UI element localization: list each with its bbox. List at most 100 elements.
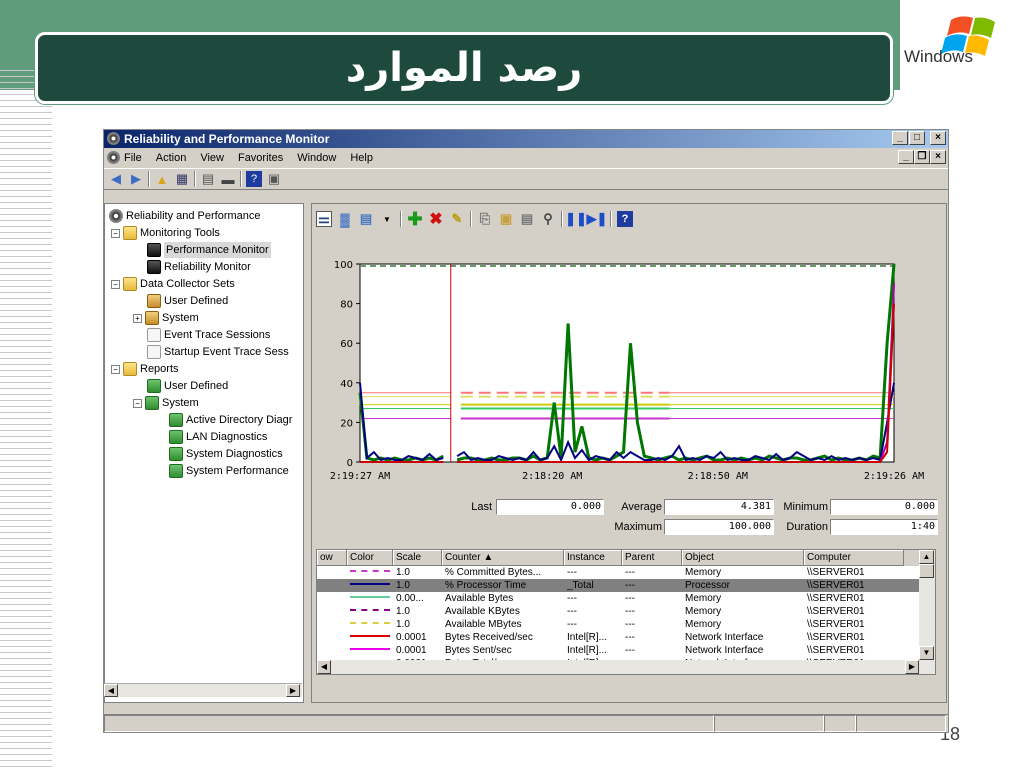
maximum-value: 100.000 <box>664 519 774 535</box>
counter-scroll-left-button[interactable]: ◀ <box>317 660 331 674</box>
cell-show <box>317 579 347 592</box>
menu-action[interactable]: Action <box>156 152 187 164</box>
col-instance[interactable]: Instance <box>564 550 622 566</box>
col-color[interactable]: Color <box>347 550 393 566</box>
cell-parent: --- <box>625 567 635 578</box>
col-object[interactable]: Object <box>682 550 804 566</box>
tree-item-label: User Defined <box>164 295 229 307</box>
cell-counter: Bytes Received/sec <box>445 632 533 643</box>
view-histogram-icon[interactable]: ▓ <box>337 211 353 227</box>
close-button[interactable]: × <box>930 131 946 145</box>
tree-item[interactable]: − System <box>133 395 199 411</box>
mdi-close-button[interactable]: × <box>930 150 946 164</box>
maximize-button[interactable]: □ <box>909 131 925 145</box>
scroll-up-button[interactable]: ▲ <box>919 550 934 564</box>
delete-counter-icon[interactable]: ✖ <box>428 211 444 228</box>
tree-item[interactable]: Active Directory Diagr <box>169 412 292 428</box>
col-parent[interactable]: Parent <box>622 550 682 566</box>
performance-graph[interactable]: 0 20 40 60 80 100 2:19:27 AM 2:18:20 AM 2:18:50 … <box>312 239 946 494</box>
table-row[interactable]: 1.0 % Processor Time _Total --- Processor \\S… <box>317 579 935 592</box>
table-row[interactable]: 0.00... Available Bytes --- --- Memory \\SERV… <box>317 592 935 605</box>
view-graph-icon[interactable]: ⚌ <box>316 211 332 227</box>
properties-icon[interactable]: ▣ <box>266 171 282 187</box>
cell-show <box>317 592 347 605</box>
counter-horizontal-scrollbar[interactable]: ◀ ▶ <box>317 660 921 674</box>
properties-page-icon[interactable]: ▤ <box>519 211 535 227</box>
menu-favorites[interactable]: Favorites <box>238 152 283 164</box>
col-scale[interactable]: Scale <box>393 550 442 566</box>
tree-item[interactable]: System Diagnostics <box>169 446 283 462</box>
minimize-button[interactable]: _ <box>892 131 908 145</box>
tree-item[interactable]: + System <box>133 310 199 326</box>
menu-view[interactable]: View <box>200 152 224 164</box>
paste-counter-list-icon[interactable]: ▣ <box>498 211 514 227</box>
tree-item[interactable]: Reliability and Performance <box>109 208 261 224</box>
collapse-icon[interactable]: − <box>111 228 120 238</box>
tree-item[interactable]: Startup Event Trace Sess <box>147 344 289 360</box>
print-icon[interactable]: ▬ <box>220 171 236 187</box>
counter-scroll-right-button[interactable]: ▶ <box>905 660 919 674</box>
zoom-icon[interactable]: ⚲ <box>540 211 556 227</box>
color-swatch <box>347 618 393 631</box>
freeze-display-icon[interactable]: ❚❚ <box>565 211 587 227</box>
tree-item[interactable]: System Performance <box>169 463 289 479</box>
col-computer[interactable]: Computer <box>804 550 904 566</box>
copy-properties-icon[interactable]: ⎘ <box>477 211 493 227</box>
cell-object: Memory <box>685 593 722 604</box>
expand-icon[interactable]: + <box>133 313 142 323</box>
tree-item[interactable]: Performance Monitor <box>147 242 271 258</box>
add-counter-icon[interactable]: ✚ <box>407 209 423 229</box>
back-arrow-icon[interactable]: ◀ <box>108 171 124 187</box>
table-row[interactable]: 1.0 % Committed Bytes... --- --- Memory \\SER… <box>317 566 935 579</box>
up-folder-icon[interactable]: ▲ <box>154 171 170 187</box>
menu-help[interactable]: Help <box>350 152 373 164</box>
report-icon <box>169 464 183 478</box>
y-tick-label: 40 <box>340 379 353 390</box>
tree-item[interactable]: − Data Collector Sets <box>111 276 235 292</box>
scroll-down-button[interactable]: ▼ <box>919 646 934 660</box>
highlight-icon[interactable]: ✎ <box>449 211 465 227</box>
table-row[interactable]: 0.0001 Bytes Received/sec Intel[R]... --- Ne… <box>317 631 935 644</box>
chevron-down-icon[interactable]: ▼ <box>379 211 395 227</box>
main-toolbar: ◀ ▶ ▲ ▦ ▤ ▬ ? ▣ <box>104 168 948 190</box>
col-counter[interactable]: Counter ▲ <box>442 550 564 566</box>
menu-window[interactable]: Window <box>297 152 336 164</box>
collapse-icon[interactable]: − <box>133 398 142 408</box>
mdi-restore-button[interactable]: ❐ <box>914 150 930 164</box>
cell-instance: --- <box>567 619 577 630</box>
mdi-gear-icon[interactable] <box>107 151 120 164</box>
collapse-icon[interactable]: − <box>111 364 120 374</box>
export-list-icon[interactable]: ▤ <box>200 171 216 187</box>
folder-icon <box>123 226 137 240</box>
table-row[interactable]: 1.0 Available KBytes --- --- Memory \\SERVER0… <box>317 605 935 618</box>
tree-item[interactable]: User Defined <box>147 293 228 309</box>
window-titlebar[interactable]: Reliability and Performance Monitor _ □ … <box>104 130 948 148</box>
tree-item[interactable]: Reliability Monitor <box>147 259 251 275</box>
pm-help-icon[interactable]: ? <box>617 211 633 227</box>
report-icon <box>145 396 159 410</box>
color-swatch <box>347 579 393 592</box>
tree-horizontal-scrollbar[interactable]: ◀ ▶ <box>104 683 302 697</box>
tree-item[interactable]: − Reports <box>111 361 179 377</box>
collapse-icon[interactable]: − <box>111 279 120 289</box>
help-icon[interactable]: ? <box>246 171 262 187</box>
cell-scale: 1.0 <box>396 619 410 630</box>
table-row[interactable]: 0.0001 Bytes Sent/sec Intel[R]... --- Networ… <box>317 644 935 657</box>
scroll-thumb[interactable] <box>919 564 934 578</box>
col-show[interactable]: ow <box>317 550 347 566</box>
menu-file[interactable]: File <box>124 152 142 164</box>
scroll-right-button[interactable]: ▶ <box>286 684 300 697</box>
view-report-icon[interactable]: ▤ <box>358 211 374 227</box>
tree-item-label: Data Collector Sets <box>140 278 235 290</box>
tree-item[interactable]: − Monitoring Tools <box>111 225 220 241</box>
tree-item[interactable]: LAN Diagnostics <box>169 429 267 445</box>
counter-vertical-scrollbar[interactable]: ▲ ▼ <box>919 550 935 674</box>
tree-item[interactable]: Event Trace Sessions <box>147 327 270 343</box>
update-data-icon[interactable]: ▶❚ <box>587 211 608 227</box>
table-row[interactable]: 1.0 Available MBytes --- --- Memory \\SERVER0… <box>317 618 935 631</box>
show-hide-tree-icon[interactable]: ▦ <box>174 171 190 187</box>
mdi-minimize-button[interactable]: _ <box>898 150 914 164</box>
forward-arrow-icon[interactable]: ▶ <box>128 171 144 187</box>
tree-item[interactable]: User Defined <box>147 378 228 394</box>
scroll-left-button[interactable]: ◀ <box>104 684 118 697</box>
